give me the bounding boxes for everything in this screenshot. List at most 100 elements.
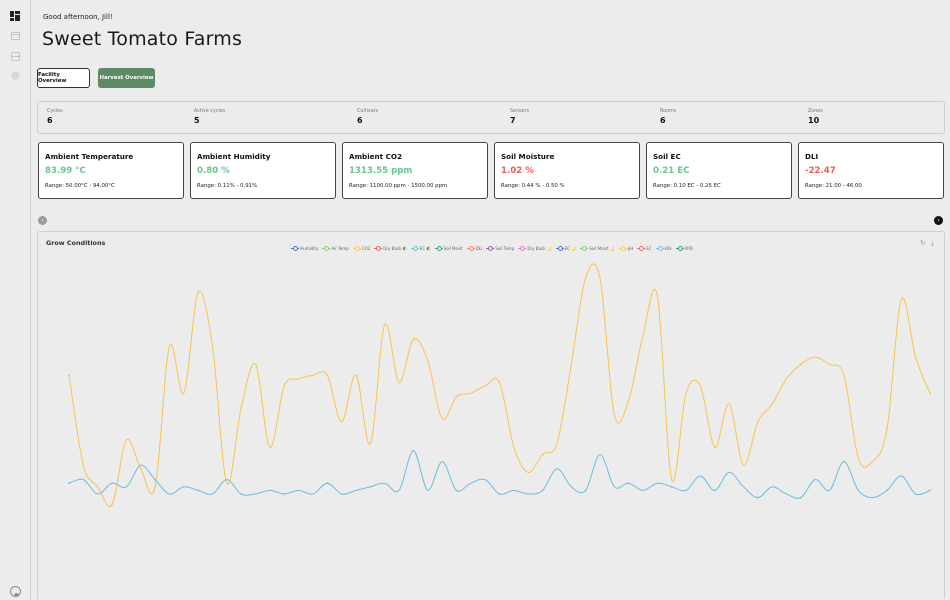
legend-item[interactable]: CO2 xyxy=(352,246,371,251)
legend-marker-icon xyxy=(675,246,684,251)
data-point[interactable] xyxy=(369,485,372,488)
data-point[interactable] xyxy=(627,399,630,402)
data-point[interactable] xyxy=(326,374,329,377)
data-point[interactable] xyxy=(498,381,501,384)
legend-item[interactable]: Soil Moist 🌙 xyxy=(580,246,615,251)
data-point[interactable] xyxy=(713,446,716,449)
legend-item[interactable]: kPa xyxy=(655,246,672,251)
legend-label: Dry Back 🌙 xyxy=(527,246,552,251)
data-point[interactable] xyxy=(412,449,415,452)
card-title: DLI xyxy=(805,152,819,161)
card-ambient-temperature[interactable]: Ambient Temperature 83.99 °C Range: 50.0… xyxy=(38,142,184,199)
legend-marker-icon xyxy=(374,246,383,251)
legend-item[interactable]: Soil Moist xyxy=(434,246,463,251)
legend-item[interactable]: Dry Back 🌓 xyxy=(374,246,407,251)
dashboard-icon[interactable] xyxy=(9,10,21,22)
card-soil-ec[interactable]: Soil EC 0.21 EC Range: 0.10 EC - 0.25 EC xyxy=(646,142,792,199)
refresh-icon[interactable]: ↻ xyxy=(920,239,926,248)
legend-item[interactable]: DLI xyxy=(466,246,482,251)
data-point[interactable] xyxy=(111,503,113,506)
stat-label: Cycles xyxy=(47,109,63,114)
legend-item[interactable]: Humidity xyxy=(291,246,318,251)
legend-label: Air Temp xyxy=(331,246,349,251)
data-point[interactable] xyxy=(326,482,329,485)
data-point[interactable] xyxy=(412,338,415,341)
data-point[interactable] xyxy=(627,482,630,485)
data-point[interactable] xyxy=(455,395,458,398)
facility-overview-button[interactable]: Facility Overview xyxy=(37,68,90,88)
legend-marker-icon xyxy=(291,246,300,251)
legend-label: VPD xyxy=(684,246,693,251)
data-point[interactable] xyxy=(541,489,544,492)
data-point[interactable] xyxy=(584,489,587,492)
stat-rooms: Rooms 6 xyxy=(660,109,676,125)
data-point[interactable] xyxy=(584,277,587,279)
legend-marker-icon xyxy=(518,246,527,251)
data-point[interactable] xyxy=(111,482,113,485)
card-dli[interactable]: DLI -22.47 Range: 21.00 - 46.00 xyxy=(798,142,944,199)
stat-cultivars: Cultivars 6 xyxy=(357,109,378,125)
legend-item[interactable]: EC 🌙 xyxy=(555,246,576,251)
legend-item[interactable]: Air Temp xyxy=(322,246,349,251)
legend-item[interactable]: Soil Temp xyxy=(486,246,514,251)
data-point[interactable] xyxy=(843,374,845,377)
user-avatar[interactable] xyxy=(10,586,21,597)
data-point[interactable] xyxy=(756,496,759,499)
data-point[interactable] xyxy=(240,493,243,495)
data-point[interactable] xyxy=(670,478,673,481)
calendar-icon[interactable] xyxy=(9,29,21,41)
harvest-overview-button[interactable]: Harvest Overview xyxy=(98,68,155,88)
next-arrow-icon[interactable]: › xyxy=(934,216,943,225)
legend-label: CO2 xyxy=(361,246,371,251)
legend-marker-icon xyxy=(410,246,419,251)
data-point[interactable] xyxy=(68,482,70,485)
legend-item[interactable]: EC 🌓 xyxy=(410,246,431,251)
legend-marker-icon xyxy=(637,246,646,251)
data-point[interactable] xyxy=(756,421,759,423)
card-range: Range: 0.44 % - 0.50 % xyxy=(501,183,565,189)
data-point[interactable] xyxy=(886,489,888,492)
data-point[interactable] xyxy=(369,442,372,445)
settings-icon[interactable] xyxy=(9,69,21,81)
data-point[interactable] xyxy=(541,453,544,456)
stat-label: Sensors xyxy=(510,109,529,114)
card-soil-moisture[interactable]: Soil Moisture 1.02 % Range: 0.44 % - 0.5… xyxy=(494,142,640,199)
card-title: Soil Moisture xyxy=(501,152,555,161)
data-point[interactable] xyxy=(68,374,70,377)
grid-icon[interactable] xyxy=(9,50,21,62)
data-point[interactable] xyxy=(197,291,200,294)
data-point[interactable] xyxy=(240,406,243,409)
card-value: 1.02 % xyxy=(501,166,534,176)
data-point[interactable] xyxy=(154,485,156,488)
card-ambient-co2[interactable]: Ambient CO2 1313.55 ppm Range: 1100.00 p… xyxy=(342,142,488,199)
data-point[interactable] xyxy=(886,428,888,431)
data-point[interactable] xyxy=(800,496,802,499)
data-point[interactable] xyxy=(800,363,802,366)
legend-item[interactable]: pH xyxy=(618,246,633,251)
legend-item[interactable]: Dry Back 🌙 xyxy=(518,246,552,251)
data-point[interactable] xyxy=(197,489,200,492)
page-title: Sweet Tomato Farms xyxy=(42,28,243,50)
data-point[interactable] xyxy=(713,489,716,492)
legend-item[interactable]: VPD xyxy=(675,246,693,251)
data-point[interactable] xyxy=(283,385,286,387)
data-point[interactable] xyxy=(929,392,931,395)
previous-arrow-icon[interactable]: ‹ xyxy=(38,216,47,225)
data-point[interactable] xyxy=(670,485,673,488)
legend-label: Soil Moist 🌙 xyxy=(589,246,615,251)
data-point[interactable] xyxy=(283,493,286,495)
card-value: 1313.55 ppm xyxy=(349,166,413,176)
card-title: Ambient CO2 xyxy=(349,152,402,161)
legend-item[interactable]: EC xyxy=(637,246,652,251)
legend-label: kPa xyxy=(664,246,672,251)
data-point[interactable] xyxy=(455,489,458,492)
data-point[interactable] xyxy=(929,489,931,492)
data-point[interactable] xyxy=(498,493,501,495)
legend-label: Humidity xyxy=(300,246,319,251)
data-point[interactable] xyxy=(843,460,845,463)
chart-plot-area[interactable] xyxy=(38,232,945,600)
card-range: Range: 0.10 EC - 0.25 EC xyxy=(653,183,721,189)
data-point[interactable] xyxy=(154,478,156,481)
card-ambient-humidity[interactable]: Ambient Humidity 0.80 % Range: 0.11% - 0… xyxy=(190,142,336,199)
download-icon[interactable]: ⤓ xyxy=(931,239,934,248)
